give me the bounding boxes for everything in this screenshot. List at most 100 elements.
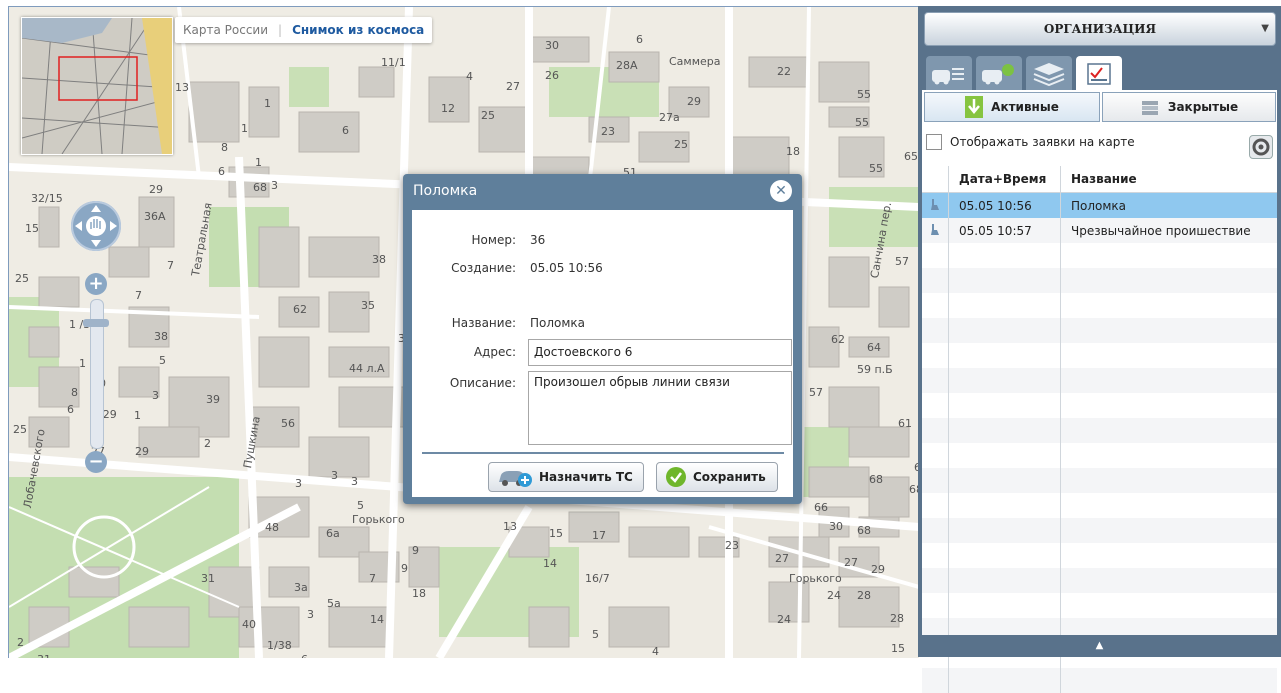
- table-row: [922, 443, 1277, 468]
- zoom-out-button[interactable]: −: [85, 451, 107, 473]
- tab-active-requests[interactable]: Активные: [924, 92, 1100, 122]
- cell-name: [1060, 268, 1277, 293]
- requests-panel: Активные Закрытые Отображать заявки на к…: [922, 90, 1277, 693]
- map-label: 29: [135, 445, 149, 458]
- map-label: 59 п.Б: [857, 363, 893, 376]
- cell-name: [1060, 418, 1277, 443]
- map-label: 68: [869, 473, 883, 486]
- table-row: [922, 543, 1277, 568]
- show-on-map-row: Отображать заявки на карте: [926, 134, 1135, 150]
- map-label: 7: [135, 289, 142, 302]
- cell-datetime: [948, 668, 1061, 693]
- map-label: 25: [15, 272, 29, 285]
- map-label: 14: [370, 613, 384, 626]
- cell-name: [1060, 343, 1277, 368]
- map-label: 28: [857, 589, 871, 602]
- gear-icon: [1252, 138, 1270, 156]
- table-row[interactable]: 05.05 10:57 Чрезвычайное проишествие: [922, 218, 1277, 243]
- cell-name: [1060, 293, 1277, 318]
- settings-button[interactable]: [1249, 135, 1273, 159]
- map-label: 25: [13, 423, 27, 436]
- map-label: 18: [412, 587, 426, 600]
- table-row: [922, 518, 1277, 543]
- cell-name: [1060, 318, 1277, 343]
- show-on-map-checkbox[interactable]: [926, 134, 942, 150]
- map-label: 27а: [659, 111, 680, 124]
- map-label: 36A: [144, 210, 166, 223]
- chevron-up-icon[interactable]: ▲: [1096, 640, 1104, 651]
- request-status-icon: [922, 192, 949, 218]
- close-icon[interactable]: ✕: [770, 180, 792, 202]
- map-label: 3: [152, 389, 159, 402]
- map-label: 5: [357, 499, 364, 512]
- save-label: Сохранить: [693, 470, 766, 484]
- map-label: 32/15: [31, 192, 63, 205]
- overview-minimap[interactable]: [21, 17, 173, 155]
- cell-datetime: [948, 368, 1061, 393]
- incident-dialog: Поломка ✕ Номер: 36 Создание: 05.05 10:5…: [403, 174, 802, 504]
- tab-layers[interactable]: [1026, 56, 1072, 90]
- panel-collapse-bar[interactable]: ▲: [922, 635, 1277, 657]
- tab-requests[interactable]: [1076, 56, 1122, 90]
- map-label: 29: [149, 183, 163, 196]
- map-label: 15: [891, 642, 905, 655]
- cell-datetime: [948, 393, 1061, 418]
- map-label: 39: [206, 393, 220, 406]
- chevron-down-icon[interactable]: ▼: [1261, 13, 1269, 45]
- header-name[interactable]: Название: [1060, 166, 1277, 193]
- table-cell: [922, 268, 949, 293]
- map-label: 26: [545, 69, 559, 82]
- pan-control[interactable]: [71, 201, 121, 251]
- tab-closed-requests[interactable]: Закрытые: [1102, 92, 1276, 122]
- map-label: 29 а: [167, 657, 191, 658]
- map-label: 3: [307, 608, 314, 621]
- tab-satellite[interactable]: Снимок из космоса: [292, 23, 424, 37]
- map-label: 23: [601, 125, 615, 138]
- map-label: 27: [775, 552, 789, 565]
- zoom-in-button[interactable]: +: [85, 273, 107, 295]
- table-row: [922, 393, 1277, 418]
- map-label: 9: [412, 544, 419, 557]
- save-button[interactable]: Сохранить: [656, 462, 778, 492]
- address-field[interactable]: Достоевского 6: [528, 339, 792, 366]
- map-label: 48: [265, 521, 279, 534]
- table-cell: [922, 318, 949, 343]
- cell-name: Чрезвычайное проишествие: [1060, 218, 1277, 243]
- map-label: 17: [592, 529, 606, 542]
- map-label: 6: [301, 653, 308, 658]
- tab-vehicles-list[interactable]: [926, 56, 972, 90]
- table-row: [922, 293, 1277, 318]
- map-label: 18: [786, 145, 800, 158]
- map-label: 56: [281, 417, 295, 430]
- assign-vehicle-button[interactable]: Назначить ТС: [488, 462, 644, 492]
- organization-selector[interactable]: ОРГАНИЗАЦИЯ ▼: [924, 12, 1276, 46]
- cell-datetime: [948, 543, 1061, 568]
- header-datetime[interactable]: Дата+Время: [948, 166, 1061, 193]
- zoom-slider-thumb[interactable]: [83, 319, 109, 327]
- map-label: 5: [592, 628, 599, 641]
- cell-name: [1060, 568, 1277, 593]
- map-label: 55: [869, 162, 883, 175]
- map-label: 5а: [327, 597, 341, 610]
- map-label: 9: [401, 562, 408, 575]
- table-row[interactable]: 05.05 10:56 Поломка: [922, 192, 1277, 218]
- map-label: 44 л.А: [349, 362, 385, 375]
- tab-russia-map[interactable]: Карта России: [183, 23, 268, 37]
- cell-name: [1060, 593, 1277, 618]
- map-label: 65: [904, 150, 918, 163]
- map-label: 1/38: [267, 639, 292, 652]
- map-label: 6: [218, 165, 225, 178]
- map-label: 24: [827, 589, 841, 602]
- header-icon-col: [922, 166, 949, 193]
- map-label: 1: [79, 357, 86, 370]
- tab-vehicles-map[interactable]: [976, 56, 1022, 90]
- table-cell: [922, 343, 949, 368]
- map-type-switcher: Карта России | Снимок из космоса: [175, 17, 433, 43]
- description-field[interactable]: Произошел обрыв линии связи: [528, 371, 792, 445]
- map-label: 11/1: [381, 56, 406, 69]
- map-label: 2: [17, 636, 24, 649]
- requests-icon: [1087, 63, 1111, 85]
- cell-name: Поломка: [1060, 192, 1277, 218]
- map-label: 28: [890, 612, 904, 625]
- cell-name: [1060, 368, 1277, 393]
